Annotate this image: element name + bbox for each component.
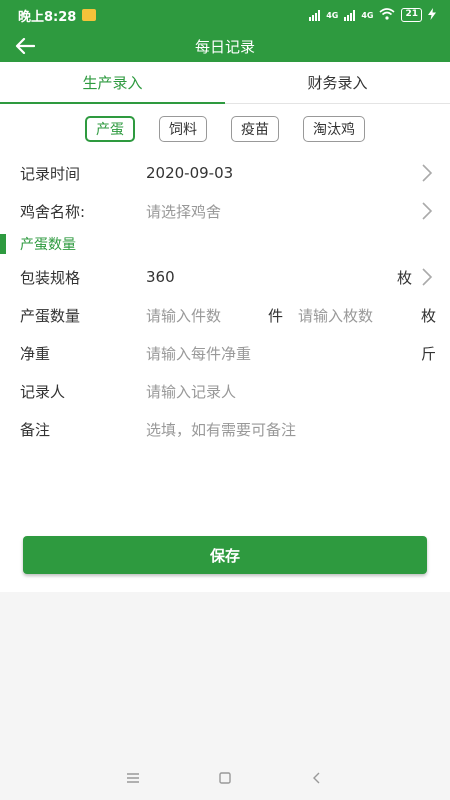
signal-label-1: 4G (326, 10, 339, 20)
app-bar: 每日记录 (0, 30, 450, 62)
package-spec-unit: 枚 (397, 268, 413, 287)
chevron-right-icon (422, 268, 433, 286)
net-weight-label: 净重 (20, 344, 51, 363)
section-title: 产蛋数量 (20, 237, 76, 253)
pieces-input[interactable]: 请输入件数 (146, 305, 221, 326)
main-content: 生产录入 财务录入 产蛋 饲料 疫苗 淘汰鸡 记录时间 2020-09-03 鸡… (0, 62, 450, 592)
egg-count-unit: 枚 (421, 306, 437, 325)
coop-select-row[interactable]: 鸡舍名称: 请选择鸡舍 (0, 192, 450, 230)
net-weight-input[interactable]: 请输入每件净重 (146, 343, 251, 364)
tab-production-entry[interactable]: 生产录入 (0, 62, 225, 104)
package-spec-value: 360 (146, 268, 175, 286)
back-nav-button[interactable] (306, 767, 328, 789)
wifi-icon (379, 7, 395, 23)
chip-culled-chicken[interactable]: 淘汰鸡 (303, 116, 365, 142)
back-chevron-icon (313, 772, 320, 784)
category-chips: 产蛋 饲料 疫苗 淘汰鸡 (0, 104, 450, 154)
chip-vaccine[interactable]: 疫苗 (231, 116, 279, 142)
section-accent-bar (0, 234, 6, 254)
chip-eggs[interactable]: 产蛋 (85, 116, 135, 142)
package-spec-row[interactable]: 包装规格 360 枚 (0, 258, 450, 296)
menu-nav-button[interactable] (122, 767, 144, 789)
egg-quantity-row: 产蛋数量 请输入件数 件 请输入枚数 枚 (0, 296, 450, 334)
chip-feed[interactable]: 饲料 (159, 116, 207, 142)
remark-input[interactable]: 选填，如有需要可备注 (146, 419, 296, 440)
package-spec-label: 包装规格 (20, 268, 81, 287)
recorder-input[interactable]: 请输入记录人 (146, 381, 236, 402)
chevron-right-icon (422, 164, 433, 182)
coop-label: 鸡舍名称: (20, 202, 86, 221)
battery-level: 21 (405, 9, 418, 19)
back-button[interactable] (10, 32, 40, 60)
record-time-value: 2020-09-03 (146, 164, 234, 182)
recorder-label: 记录人 (20, 382, 66, 401)
signal-label-2: 4G (361, 10, 374, 20)
battery-icon: 21 (401, 8, 422, 22)
pieces-unit: 件 (268, 306, 284, 325)
remark-row: 备注 选填，如有需要可备注 (0, 410, 450, 448)
net-weight-unit: 斤 (421, 344, 437, 363)
coop-placeholder: 请选择鸡舍 (146, 202, 222, 221)
net-weight-row: 净重 请输入每件净重 斤 (0, 334, 450, 372)
remark-label: 备注 (20, 420, 51, 439)
signal-icon-2 (344, 9, 356, 21)
status-bar: 晚上8:28 4G 4G 21 (0, 0, 450, 30)
egg-quantity-label: 产蛋数量 (20, 306, 81, 325)
tab-finance-entry[interactable]: 财务录入 (225, 62, 450, 103)
recorder-row: 记录人 请输入记录人 (0, 372, 450, 410)
home-nav-button[interactable] (214, 767, 236, 789)
section-header: 产蛋数量 (0, 230, 450, 258)
tab-bar: 生产录入 财务录入 (0, 62, 450, 104)
chevron-right-icon (422, 202, 433, 220)
menu-icon (127, 773, 139, 783)
record-time-label: 记录时间 (20, 164, 81, 183)
signal-icon (309, 9, 321, 21)
save-button[interactable]: 保存 (23, 536, 427, 574)
egg-count-input[interactable]: 请输入枚数 (298, 305, 373, 326)
status-time: 晚上8:28 (18, 9, 77, 25)
record-time-row[interactable]: 记录时间 2020-09-03 (0, 154, 450, 192)
charging-icon (428, 7, 436, 23)
notification-icon (82, 9, 97, 21)
system-nav-bar (0, 756, 450, 800)
arrow-left-icon (15, 38, 35, 54)
home-square-icon (219, 772, 231, 784)
page-title: 每日记录 (194, 37, 255, 56)
